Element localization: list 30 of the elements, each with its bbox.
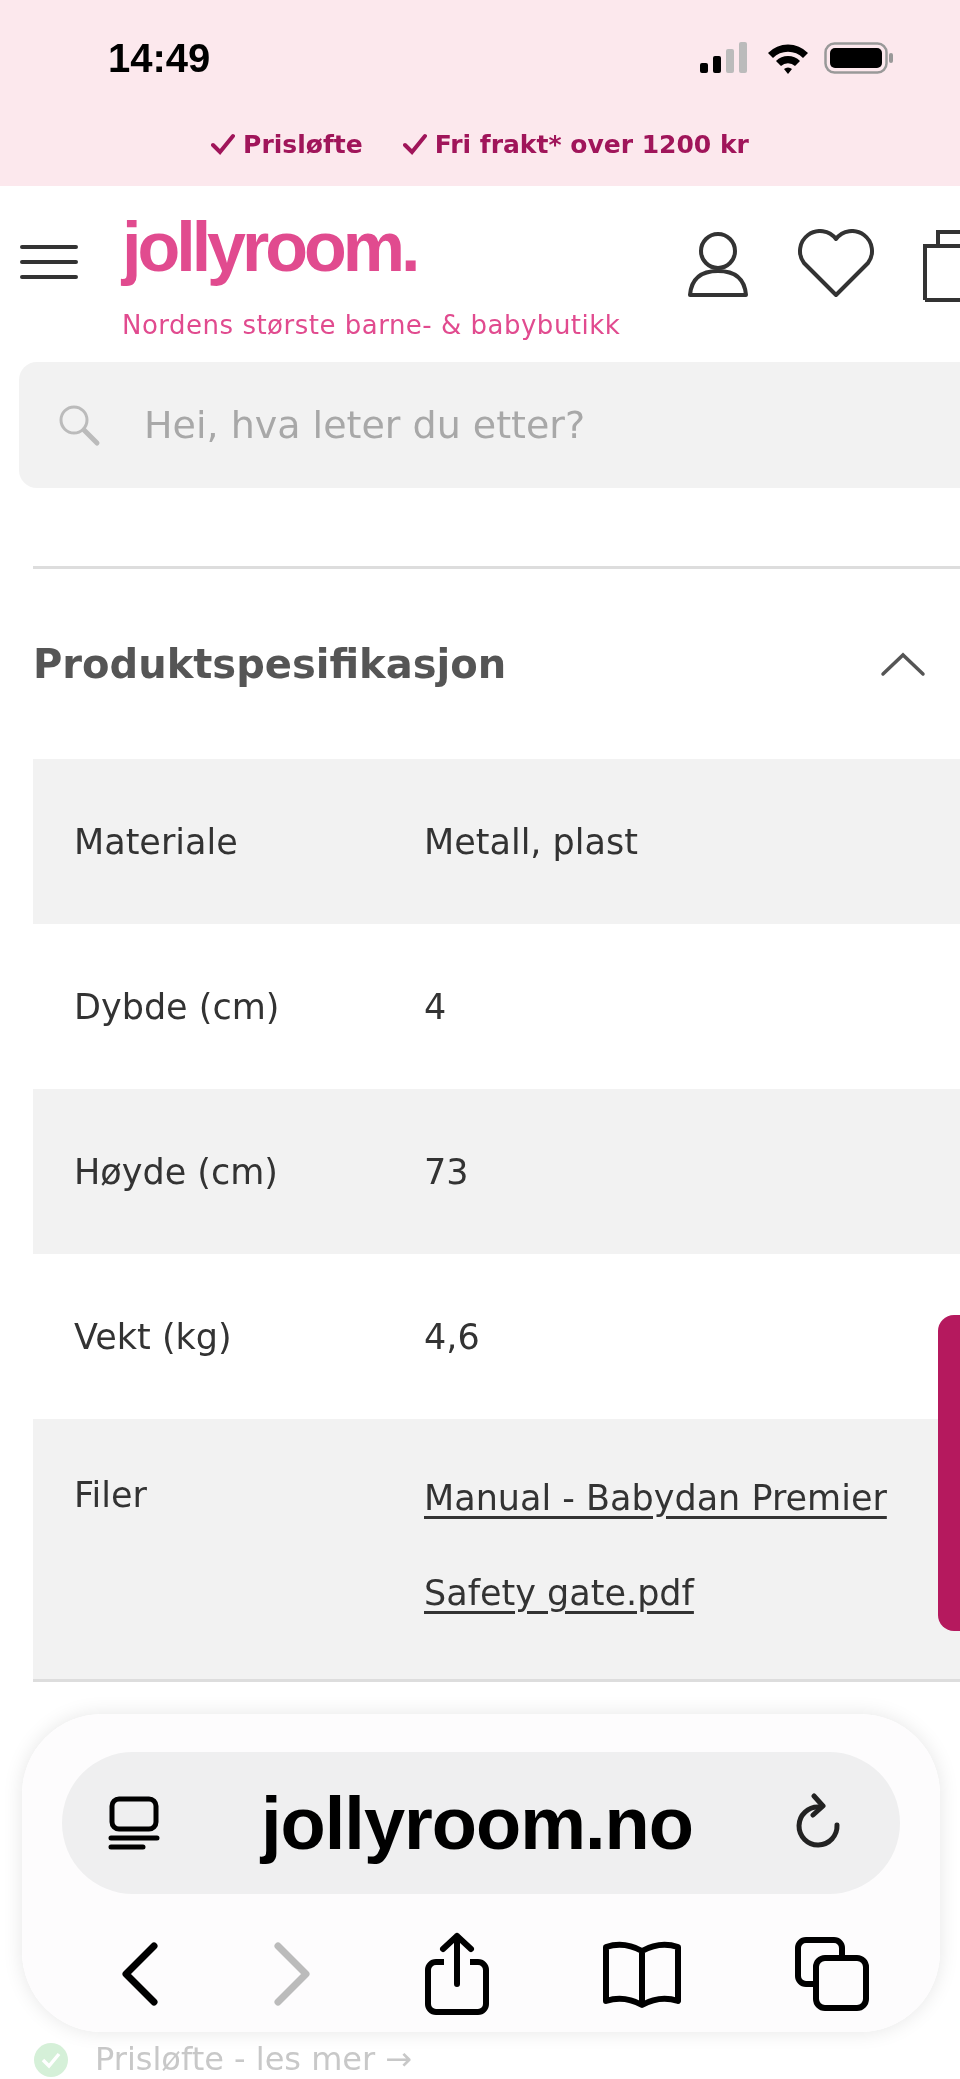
file-link[interactable]: Manual - Babydan Premier Safety gate.pdf xyxy=(424,1451,934,1641)
chevron-up-icon[interactable] xyxy=(880,651,926,677)
heart-icon[interactable] xyxy=(796,229,876,299)
menu-icon[interactable] xyxy=(20,244,78,280)
check-icon xyxy=(211,133,236,155)
address-bar[interactable]: jollyroom.no xyxy=(62,1752,900,1894)
promo-text: Prisløfte xyxy=(243,129,363,159)
status-time: 14:49 xyxy=(108,35,211,81)
tagline: Nordens største barne- & babybutikk xyxy=(122,310,621,340)
spec-label: Dybde (cm) xyxy=(73,986,281,1027)
url-text[interactable]: jollyroom.no xyxy=(261,1780,693,1866)
spec-value: 4,6 xyxy=(424,1316,480,1357)
search-field[interactable]: Hei, hva leter du etter? xyxy=(19,362,960,488)
spec-label: Filer xyxy=(73,1475,148,1515)
promo-text: Fri frakt* over 1200 kr xyxy=(434,129,749,159)
spec-label: Vekt (kg) xyxy=(73,1316,233,1357)
spec-value: 73 xyxy=(424,1151,469,1192)
share-icon[interactable] xyxy=(424,1932,490,2016)
spec-label: Materiale xyxy=(73,821,239,862)
spec-value: 4 xyxy=(424,986,447,1027)
spec-label: Høyde (cm) xyxy=(73,1151,279,1192)
battery-icon xyxy=(824,41,894,75)
section-title[interactable]: Produktspesifikasjon xyxy=(33,641,507,687)
page-menu-icon[interactable] xyxy=(108,1796,160,1850)
check-icon xyxy=(402,133,427,155)
tabs-icon[interactable] xyxy=(794,1936,870,2012)
bookmarks-icon[interactable] xyxy=(602,1939,682,2009)
back-icon[interactable] xyxy=(120,1942,160,2006)
spec-value: Metall, plast xyxy=(424,821,638,862)
account-icon[interactable] xyxy=(686,229,750,299)
